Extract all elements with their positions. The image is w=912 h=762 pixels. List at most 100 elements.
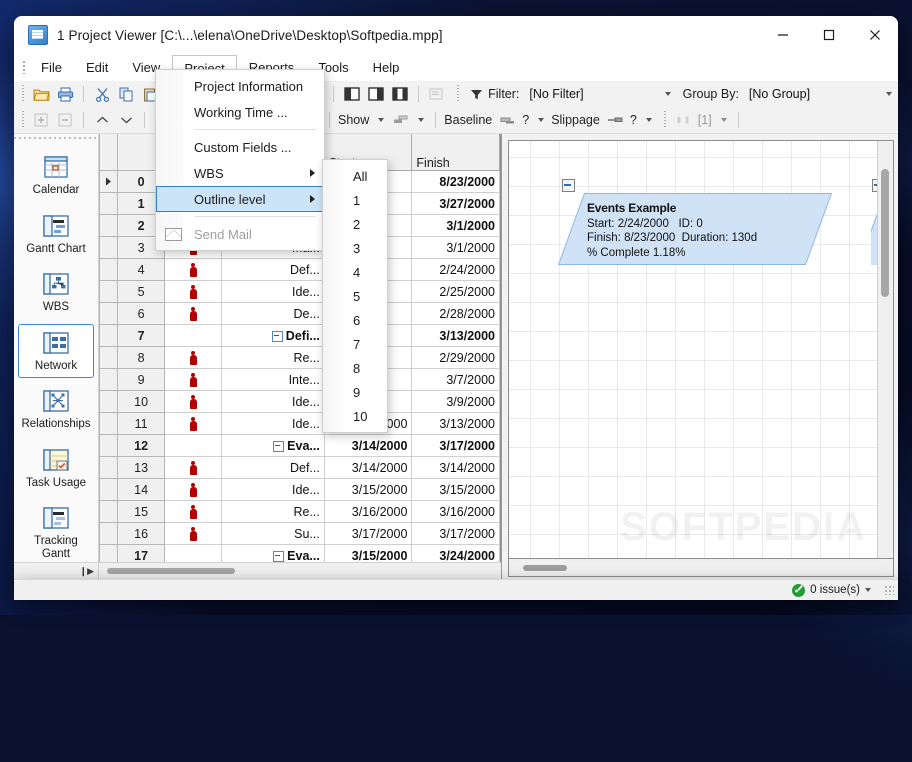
table-row[interactable]: 14 Ide... 3/15/2000 3/15/2000 bbox=[98, 478, 500, 501]
issues-count[interactable]: 0 issue(s) bbox=[810, 584, 860, 596]
chevron-up-icon[interactable] bbox=[90, 109, 114, 131]
expand-panel-icon[interactable]: ❙▶ bbox=[80, 566, 94, 577]
submenu-item-outline-all[interactable]: All bbox=[323, 164, 387, 188]
row-indicator-cell[interactable] bbox=[163, 434, 223, 457]
row-start[interactable]: 3/14/2000 bbox=[323, 456, 413, 479]
row-task-name[interactable]: Def... bbox=[221, 258, 325, 281]
menu-item-send-mail[interactable]: Send Mail bbox=[156, 221, 324, 247]
row-task-name[interactable]: Inte... bbox=[221, 368, 325, 391]
toolbar-grip[interactable] bbox=[18, 111, 27, 129]
row-indicator-cell[interactable] bbox=[163, 456, 223, 479]
network-canvas[interactable]: Events Example Start: 2/24/2000 ID: 0 Fi… bbox=[509, 141, 877, 558]
table-row[interactable]: 8 Re... 2/29/2000 bbox=[98, 346, 500, 369]
outline-collapse-icon[interactable] bbox=[271, 330, 283, 342]
chevron-down-icon[interactable] bbox=[538, 118, 545, 122]
row-indicator-cell[interactable] bbox=[163, 368, 223, 391]
row-indicator-cell[interactable] bbox=[163, 478, 223, 501]
submenu-item-outline-1[interactable]: 1 bbox=[323, 188, 387, 212]
row-finish[interactable]: 2/28/2000 bbox=[411, 302, 500, 325]
node-collapse-toggle[interactable] bbox=[562, 179, 575, 192]
collapse-minus-icon[interactable] bbox=[53, 109, 77, 131]
toolbar-grip[interactable] bbox=[18, 85, 27, 103]
row-indicator-cell[interactable] bbox=[163, 346, 223, 369]
row-start[interactable]: 3/17/2000 bbox=[323, 522, 413, 545]
print-icon[interactable] bbox=[53, 83, 77, 105]
table-row[interactable]: 9 Inte... 3/7/2000 bbox=[98, 368, 500, 391]
chevron-down-icon[interactable] bbox=[418, 118, 425, 122]
row-finish[interactable]: 3/9/2000 bbox=[411, 390, 500, 413]
chevron-down-icon[interactable] bbox=[378, 118, 385, 122]
row-indicator-cell[interactable] bbox=[163, 390, 223, 413]
pane-left-icon[interactable] bbox=[340, 83, 364, 105]
table-row[interactable]: 5 Ide... 2/25/2000 bbox=[98, 280, 500, 303]
open-folder-icon[interactable] bbox=[29, 83, 53, 105]
submenu-item-outline-5[interactable]: 5 bbox=[323, 284, 387, 308]
chevron-down-icon[interactable] bbox=[114, 109, 138, 131]
row-task-name[interactable]: Ide... bbox=[221, 390, 325, 413]
chevron-down-icon[interactable] bbox=[720, 118, 727, 122]
menu-file[interactable]: File bbox=[29, 54, 74, 81]
sidebar-item-tracking-gantt[interactable]: Tracking Gantt bbox=[18, 499, 94, 562]
filter-combo[interactable]: [No Filter] bbox=[524, 85, 676, 104]
row-finish[interactable]: 8/23/2000 bbox=[411, 170, 500, 193]
row-marker[interactable] bbox=[98, 368, 119, 391]
row-finish[interactable]: 3/16/2000 bbox=[411, 500, 500, 523]
critical-path-icon[interactable] bbox=[672, 109, 696, 131]
report-icon[interactable] bbox=[425, 83, 449, 105]
table-row[interactable]: 4 Def... 2/24/2000 bbox=[98, 258, 500, 281]
row-marker[interactable] bbox=[98, 214, 119, 237]
submenu-item-outline-2[interactable]: 2 bbox=[323, 212, 387, 236]
menu-item-wbs[interactable]: WBS bbox=[156, 160, 324, 186]
submenu-item-outline-3[interactable]: 3 bbox=[323, 236, 387, 260]
row-start[interactable]: 3/14/2000 bbox=[323, 434, 413, 457]
row-finish[interactable]: 2/25/2000 bbox=[411, 280, 500, 303]
row-marker[interactable] bbox=[98, 478, 119, 501]
table-row[interactable]: 11Ide...3/10/20003/13/2000 bbox=[98, 412, 500, 435]
show-label[interactable]: Show bbox=[338, 113, 369, 127]
row-task-name[interactable]: Defi... bbox=[221, 324, 325, 347]
chevron-down-icon[interactable] bbox=[661, 92, 675, 96]
table-row[interactable]: 12 Eva... 3/14/2000 3/17/2000 bbox=[98, 434, 500, 457]
row-finish[interactable]: 3/27/2000 bbox=[411, 192, 500, 215]
row-indicator-cell[interactable] bbox=[163, 412, 223, 435]
network-node[interactable]: Events Example Start: 2/24/2000 ID: 0 Fi… bbox=[557, 193, 833, 265]
submenu-item-outline-6[interactable]: 6 bbox=[323, 308, 387, 332]
row-marker[interactable] bbox=[98, 236, 119, 259]
task-grid-hscrollbar[interactable] bbox=[99, 562, 501, 579]
row-finish[interactable]: 3/17/2000 bbox=[411, 522, 500, 545]
scrollbar-thumb[interactable] bbox=[107, 568, 235, 574]
row-task-name[interactable]: Eva... bbox=[221, 434, 325, 457]
row-finish[interactable]: 3/13/2000 bbox=[411, 412, 500, 435]
table-row[interactable]: 10 Ide... 3/9/2000 bbox=[98, 390, 500, 413]
submenu-item-outline-4[interactable]: 4 bbox=[323, 260, 387, 284]
submenu-item-outline-9[interactable]: 9 bbox=[323, 380, 387, 404]
row-task-name[interactable]: Re... bbox=[221, 500, 325, 523]
row-marker[interactable] bbox=[98, 390, 119, 413]
network-vscrollbar[interactable] bbox=[877, 141, 893, 558]
row-finish[interactable]: 2/29/2000 bbox=[411, 346, 500, 369]
row-finish[interactable]: 3/7/2000 bbox=[411, 368, 500, 391]
minimize-button[interactable] bbox=[760, 16, 806, 54]
table-row[interactable]: 7 Defi... 3/13/2000 bbox=[98, 324, 500, 347]
menubar-grip[interactable] bbox=[18, 54, 29, 81]
scrollbar-thumb[interactable] bbox=[523, 564, 567, 571]
table-row[interactable]: 16 Su... 3/17/2000 3/17/2000 bbox=[98, 522, 500, 545]
row-indicator-cell[interactable] bbox=[163, 280, 223, 303]
sidebar-item-network[interactable]: Network bbox=[18, 323, 94, 378]
row-finish[interactable]: 3/13/2000 bbox=[411, 324, 500, 347]
sidebar-item-wbs[interactable]: WBS bbox=[18, 265, 94, 320]
row-marker[interactable] bbox=[98, 302, 119, 325]
chevron-down-icon[interactable] bbox=[865, 588, 871, 592]
close-button[interactable] bbox=[852, 16, 898, 54]
row-task-name[interactable]: Def... bbox=[221, 456, 325, 479]
row-indicator-cell[interactable] bbox=[163, 258, 223, 281]
header-finish[interactable]: Finish bbox=[411, 134, 500, 171]
maximize-button[interactable] bbox=[806, 16, 852, 54]
row-marker[interactable] bbox=[98, 412, 119, 435]
submenu-item-outline-10[interactable]: 10 bbox=[323, 404, 387, 428]
pane-both-icon[interactable] bbox=[388, 83, 412, 105]
outline-collapse-icon[interactable] bbox=[273, 440, 285, 452]
menu-help[interactable]: Help bbox=[361, 54, 412, 81]
row-task-name[interactable]: Ide... bbox=[221, 412, 325, 435]
table-row[interactable]: 13 Def... 3/14/2000 3/14/2000 bbox=[98, 456, 500, 479]
